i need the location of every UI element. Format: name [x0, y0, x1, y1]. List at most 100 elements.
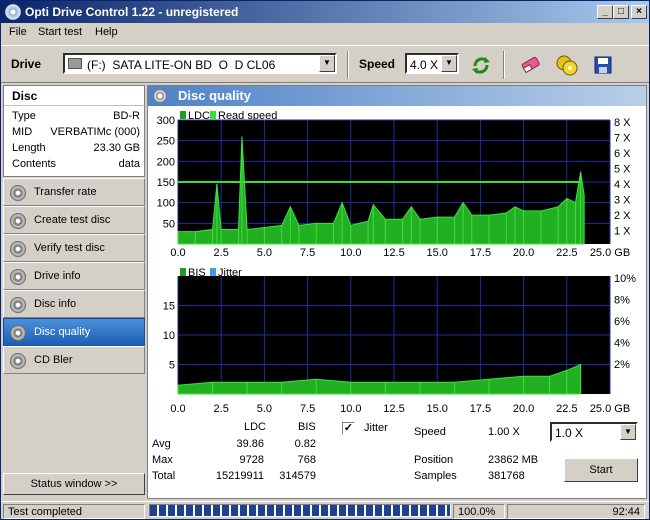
maximize-button[interactable]: □ — [613, 5, 629, 19]
col-header-ldc: LDC — [244, 421, 267, 433]
panel-header: Disc quality — [148, 86, 646, 106]
refresh-button[interactable] — [467, 51, 495, 79]
position-value: 23862 MB — [488, 454, 539, 466]
minimize-button[interactable]: _ — [597, 5, 613, 19]
x-tick-label: 7.5 — [300, 403, 315, 415]
speed-label: Speed — [359, 57, 396, 71]
disc-row-length: Length 23.30 GB — [12, 142, 140, 158]
panel-title: Disc quality — [178, 88, 251, 103]
y2-tick-label: 8% — [614, 294, 630, 306]
disc-row-label: MID — [12, 126, 33, 138]
y2-tick-label: 7 X — [614, 133, 631, 145]
erase-button[interactable] — [517, 51, 545, 79]
nav-label: Disc info — [34, 298, 77, 310]
legend-swatch — [180, 111, 186, 119]
speed-select[interactable]: 4.0 X ▼ — [405, 53, 459, 74]
row-label-avg: Avg — [152, 438, 171, 450]
refresh-icon — [472, 57, 490, 74]
x-tick-label: 12.5 — [383, 247, 404, 259]
nav-label: Disc quality — [34, 326, 91, 338]
speed-stat-value: 1.00 X — [488, 426, 520, 438]
disc-copy-button[interactable] — [553, 51, 581, 79]
test-speed-value: 1.0 X — [555, 426, 584, 440]
jitter-checkbox[interactable]: ✓ — [342, 422, 355, 435]
x-tick-label: 20.0 — [513, 247, 534, 259]
x-tick-label: 25.0 GB — [590, 247, 630, 259]
menu-start-test[interactable]: Start test — [38, 26, 82, 38]
disc-row-type: Type BD-R — [12, 110, 140, 126]
x-tick-label: 17.5 — [470, 247, 491, 259]
nav-create-test-disc[interactable]: Create test disc — [3, 206, 145, 234]
test-speed-select[interactable]: 1.0 X ▼ — [550, 422, 638, 442]
disc-icon — [10, 269, 26, 285]
save-button[interactable] — [589, 51, 617, 79]
position-label: Position — [414, 454, 454, 466]
app-disc-icon — [5, 4, 21, 20]
nav-transfer-rate[interactable]: Transfer rate — [3, 178, 145, 206]
legend-swatch — [210, 111, 216, 119]
disc-row-label: Type — [12, 110, 36, 122]
y2-tick-label: 10% — [614, 273, 636, 285]
status-window-button[interactable]: Status window >> — [3, 473, 145, 495]
nav-label: CD Bler — [34, 354, 73, 366]
title-bar: Opti Drive Control 1.22 - unregistered _… — [1, 1, 649, 23]
x-tick-label: 5.0 — [257, 403, 272, 415]
x-tick-label: 10.0 — [340, 247, 361, 259]
y-tick-label: 300 — [157, 115, 175, 127]
legend-swatch — [210, 268, 216, 276]
disc-icon — [10, 185, 26, 201]
row-label-total: Total — [152, 470, 176, 482]
nav-label: Transfer rate — [34, 186, 97, 198]
col-header-bis: BIS — [298, 421, 316, 433]
chevron-down-icon[interactable]: ▼ — [441, 55, 457, 72]
left-panel: Disc Type BD-R MID VERBATIMc (000) Lengt… — [3, 85, 145, 499]
samples-value: 381768 — [488, 470, 525, 482]
y-tick-label: 15 — [163, 301, 175, 313]
disc-icon — [10, 297, 26, 313]
y2-tick-label: 2% — [614, 359, 630, 371]
x-tick-label: 5.0 — [257, 247, 272, 259]
disc-copy-icon — [556, 55, 578, 76]
nav-disc-quality[interactable]: Disc quality — [3, 318, 145, 346]
y-tick-label: 5 — [169, 360, 175, 372]
save-icon — [594, 56, 612, 74]
app-window: Opti Drive Control 1.22 - unregistered _… — [0, 0, 650, 520]
y2-tick-label: 1 X — [614, 226, 631, 238]
y-tick-label: 200 — [157, 156, 175, 168]
drive-select-value: (F:) SATA LITE-ON BD O D CL06 — [87, 58, 276, 72]
charts-area: LDC Read speed0.0 2.5 5.0 7.5 10.0 12.5 15.0 17.… — [157, 110, 637, 415]
progress-bar — [149, 504, 451, 517]
elapsed-time: 92:44 — [507, 504, 645, 519]
menu-file[interactable]: File — [9, 26, 27, 38]
start-button[interactable]: Start — [564, 458, 638, 482]
nav-cd-bler[interactable]: CD Bler — [3, 346, 145, 374]
nav-verify-test-disc[interactable]: Verify test disc — [3, 234, 145, 262]
disc-header: Disc — [4, 86, 144, 106]
y2-tick-label: 6 X — [614, 148, 631, 160]
nav-drive-info[interactable]: Drive info — [3, 262, 145, 290]
nav-disc-info[interactable]: Disc info — [3, 290, 145, 318]
x-tick-label: 10.0 — [340, 403, 361, 415]
drive-select[interactable]: (F:) SATA LITE-ON BD O D CL06 ▼ — [63, 53, 337, 74]
drive-icon — [68, 58, 82, 69]
y2-tick-label: 5 X — [614, 164, 631, 176]
x-tick-label: 2.5 — [214, 403, 229, 415]
chevron-down-icon[interactable]: ▼ — [319, 55, 335, 72]
y-tick-label: 100 — [157, 198, 175, 210]
disc-row-value: BD-R — [113, 110, 140, 122]
y2-tick-label: 4% — [614, 337, 630, 349]
toolbar: Drive (F:) SATA LITE-ON BD O D CL06 ▼ Sp… — [1, 45, 649, 83]
chevron-down-icon[interactable]: ▼ — [620, 424, 636, 440]
x-tick-label: 0.0 — [170, 247, 185, 259]
y2-tick-label: 4 X — [614, 179, 631, 191]
disc-row-contents: Contents data — [12, 158, 140, 174]
disc-row-value: 23.30 GB — [93, 142, 140, 154]
menu-bar: File Start test Help — [1, 23, 649, 42]
menu-help[interactable]: Help — [95, 26, 118, 38]
drive-label: Drive — [11, 57, 42, 71]
disc-icon — [153, 89, 167, 103]
y2-tick-label: 8 X — [614, 117, 631, 129]
close-button[interactable]: × — [631, 5, 647, 19]
window-title: Opti Drive Control 1.22 - unregistered — [25, 5, 239, 19]
disc-row-label: Contents — [12, 158, 57, 170]
